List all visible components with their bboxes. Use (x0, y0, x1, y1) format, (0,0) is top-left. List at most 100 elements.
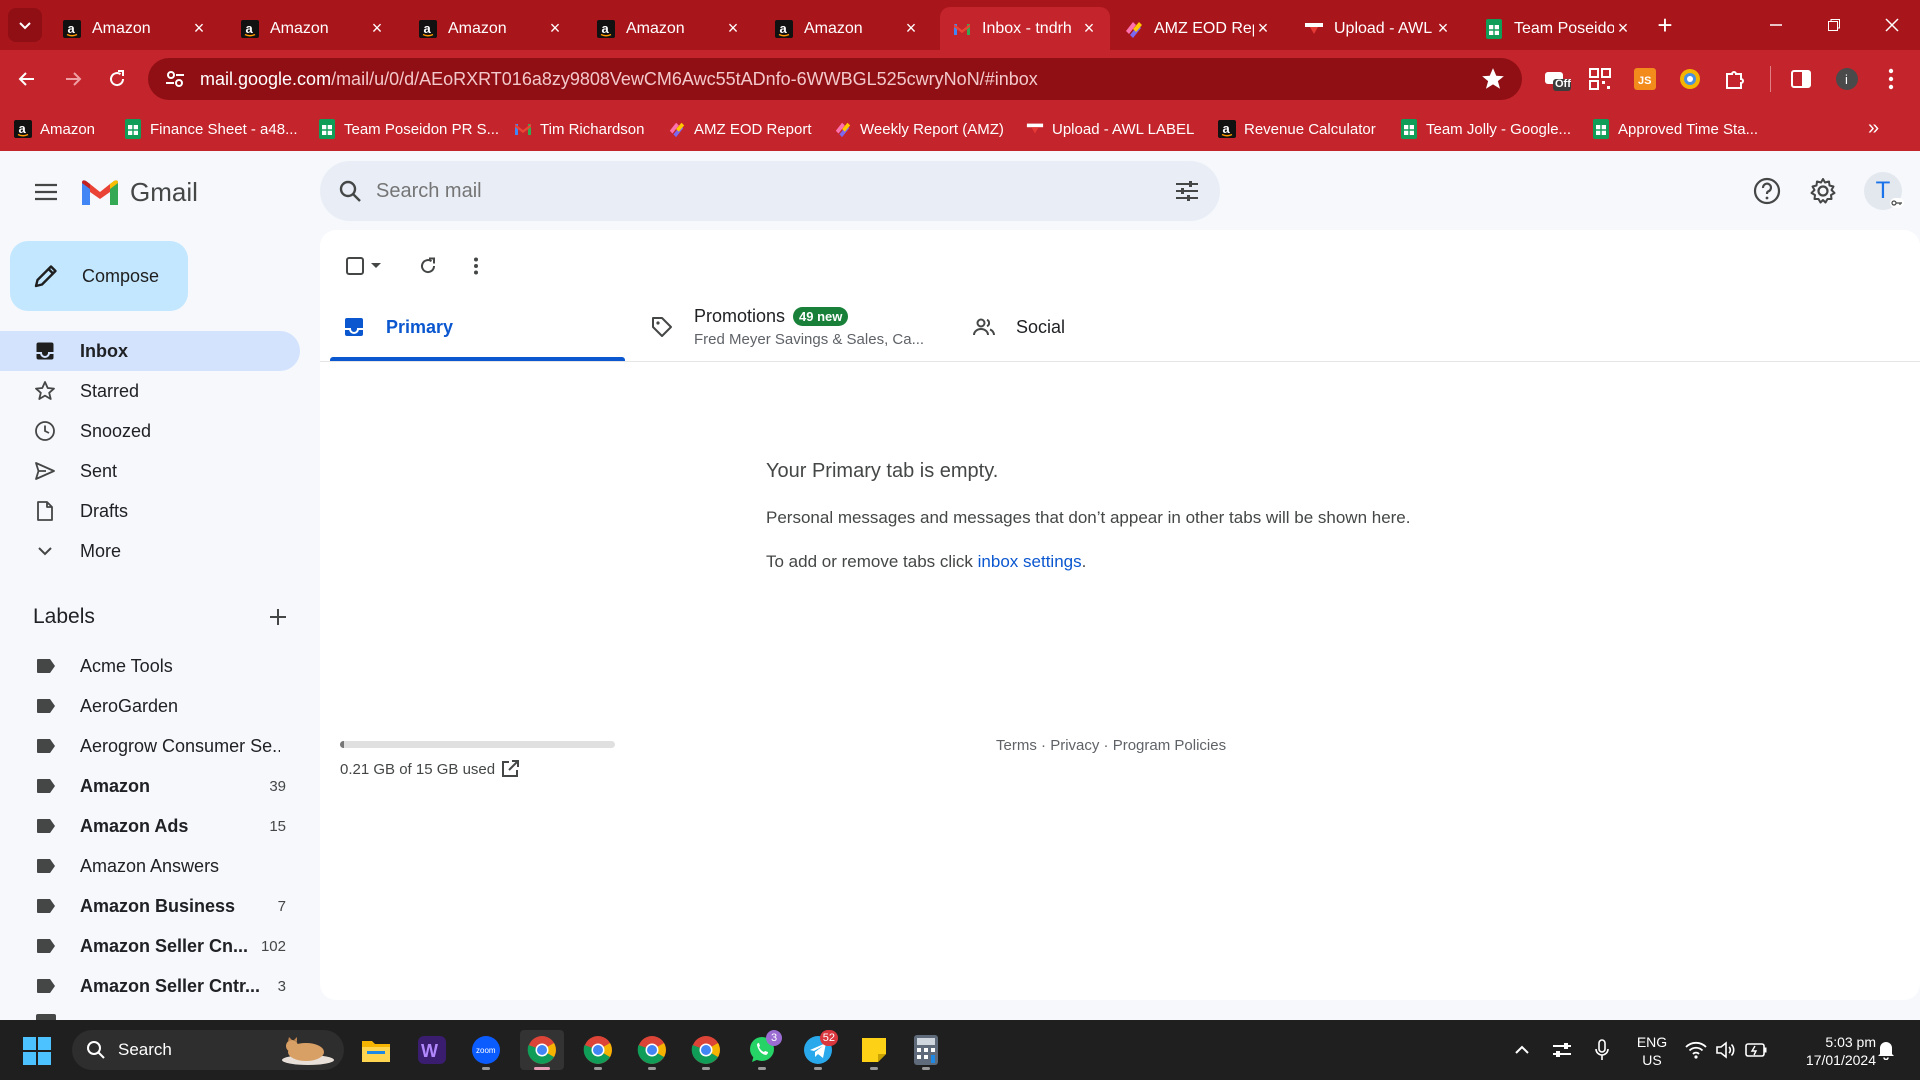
bookmark-star-icon[interactable] (1480, 66, 1506, 92)
js-extension-button[interactable]: JS (1630, 64, 1660, 94)
taskbar-app[interactable]: 3 (740, 1030, 784, 1070)
battery-button[interactable] (1742, 1036, 1770, 1064)
close-tab-icon[interactable]: × (1254, 18, 1272, 38)
taskbar-app[interactable] (576, 1030, 620, 1070)
browser-tab[interactable]: a Amazon × (762, 7, 932, 50)
new-tab-button[interactable]: + (1650, 10, 1680, 40)
label-item[interactable]: Amazon Business 7 (0, 886, 300, 926)
wifi-button[interactable] (1682, 1036, 1710, 1064)
sidebar-item-sent[interactable]: Sent (0, 451, 300, 491)
close-tab-icon[interactable]: × (1080, 18, 1098, 38)
inbox-settings-link[interactable]: inbox settings (978, 552, 1082, 571)
taskbar-app[interactable] (684, 1030, 728, 1070)
label-item[interactable]: Amazon 39 (0, 766, 300, 806)
terms-link[interactable]: Terms (996, 737, 1037, 754)
close-tab-icon[interactable]: × (902, 18, 920, 38)
close-tab-icon[interactable]: × (1614, 18, 1632, 38)
search-options-icon[interactable] (1174, 178, 1200, 204)
privacy-link[interactable]: Privacy (1050, 737, 1099, 754)
support-button[interactable] (1746, 170, 1788, 212)
more-actions-button[interactable] (460, 250, 492, 282)
close-tab-icon[interactable]: × (1434, 18, 1452, 38)
address-bar[interactable]: mail.google.com/mail/u/0/d/AEoRXRT016a8z… (148, 58, 1522, 100)
label-item[interactable]: Amazon Seller Cn... 102 (0, 926, 300, 966)
bookmark-item[interactable]: Team Jolly - Google... (1400, 117, 1571, 141)
close-tab-icon[interactable]: × (546, 18, 564, 38)
taskbar-app[interactable]: 52 (796, 1030, 840, 1070)
sidebar-item-inbox[interactable]: Inbox (0, 331, 300, 371)
open-in-new-icon[interactable] (500, 759, 520, 779)
windows-start-icon[interactable] (22, 1036, 52, 1066)
label-item[interactable]: Amazon Ads 15 (0, 806, 300, 846)
tab-search-button[interactable] (8, 8, 42, 42)
qr-extension-button[interactable] (1585, 64, 1615, 94)
site-info-icon[interactable] (164, 68, 186, 90)
label-item[interactable]: AeroGarden (0, 686, 300, 726)
browser-tab[interactable]: Upload - AWL × (1292, 7, 1464, 50)
browser-tab[interactable]: Team Poseido × (1472, 7, 1644, 50)
close-tab-icon[interactable]: × (368, 18, 386, 38)
chrome-menu-button[interactable] (1876, 64, 1906, 94)
bookmarks-overflow-button[interactable]: » (1868, 117, 1879, 140)
microphone-button[interactable] (1588, 1036, 1616, 1064)
create-label-button[interactable] (264, 603, 292, 631)
main-menu-button[interactable] (26, 172, 66, 212)
taskbar-app[interactable] (520, 1030, 564, 1070)
browser-tab[interactable]: AMZ EOD Rep × (1112, 7, 1284, 50)
taskbar-app[interactable] (904, 1030, 948, 1070)
extensions-button[interactable] (1720, 64, 1750, 94)
back-button[interactable] (10, 62, 44, 96)
show-hidden-icons-button[interactable] (1508, 1036, 1536, 1064)
label-item[interactable]: Acme Tools (0, 646, 300, 686)
account-avatar[interactable]: T (1864, 172, 1904, 210)
compose-button[interactable]: Compose (10, 241, 188, 311)
taskbar-app[interactable] (630, 1030, 674, 1070)
tab-primary[interactable]: Primary (330, 292, 625, 362)
taskbar-app[interactable] (852, 1030, 896, 1070)
bookmark-item[interactable]: Approved Time Sta... (1592, 117, 1758, 141)
bookmark-item[interactable]: Weekly Report (AMZ) (834, 117, 1004, 141)
minimize-button[interactable] (1756, 8, 1796, 42)
refresh-button[interactable] (412, 250, 444, 282)
browser-tab[interactable]: a Amazon × (406, 7, 576, 50)
volume-button[interactable] (1712, 1036, 1740, 1064)
tab-promotions[interactable]: Promotions 49 new Fred Meyer Savings & S… (650, 292, 940, 362)
taskbar-app[interactable]: W (410, 1030, 454, 1070)
close-tab-icon[interactable]: × (190, 18, 208, 38)
color-extension-button[interactable] (1675, 64, 1705, 94)
bookmark-item[interactable]: Upload - AWL LABEL (1026, 117, 1194, 141)
sidebar-item-snoozed[interactable]: Snoozed (0, 411, 300, 451)
browser-tab[interactable]: a Amazon × (584, 7, 754, 50)
gmail-logo[interactable]: Gmail (80, 174, 198, 210)
search-input[interactable] (376, 179, 1174, 203)
bookmark-item[interactable]: AMZ EOD Report (668, 117, 812, 141)
extension-off-button[interactable]: Off (1542, 64, 1572, 94)
bookmark-item[interactable]: Tim Richardson (514, 117, 644, 141)
input-language-button[interactable]: ENG US (1632, 1033, 1672, 1069)
profile-button[interactable]: i (1832, 64, 1862, 94)
restore-button[interactable] (1814, 8, 1854, 42)
label-item[interactable]: Amazon Answers (0, 846, 300, 886)
taskbar-clock[interactable]: 5:03 pm 17/01/2024 (1780, 1033, 1876, 1069)
label-item[interactable]: Aerogrow Consumer Se... (0, 726, 300, 766)
settings-button[interactable] (1802, 170, 1844, 212)
notifications-button[interactable] (1872, 1036, 1900, 1064)
reload-button[interactable] (100, 62, 134, 96)
sidebar-item-starred[interactable]: Starred (0, 371, 300, 411)
taskbar-app[interactable] (354, 1030, 398, 1070)
bookmark-item[interactable]: Finance Sheet - a48... (124, 117, 298, 141)
tab-social[interactable]: Social (972, 292, 1172, 362)
program-policies-link[interactable]: Program Policies (1113, 737, 1226, 754)
sidebar-item-drafts[interactable]: Drafts (0, 491, 300, 531)
close-window-button[interactable] (1872, 8, 1912, 42)
taskbar-search[interactable]: Search (72, 1030, 344, 1070)
close-tab-icon[interactable]: × (724, 18, 742, 38)
bookmark-item[interactable]: a Amazon (14, 117, 95, 141)
label-item[interactable]: Amazon Seller Cntr... 3 (0, 966, 300, 1006)
search-icon[interactable] (338, 179, 362, 203)
browser-tab[interactable]: a Amazon × (50, 7, 220, 50)
browser-tab[interactable]: a Amazon × (228, 7, 398, 50)
select-all-checkbox[interactable] (340, 250, 386, 282)
sidebar-item-more[interactable]: More (0, 531, 300, 571)
forward-button[interactable] (56, 62, 90, 96)
